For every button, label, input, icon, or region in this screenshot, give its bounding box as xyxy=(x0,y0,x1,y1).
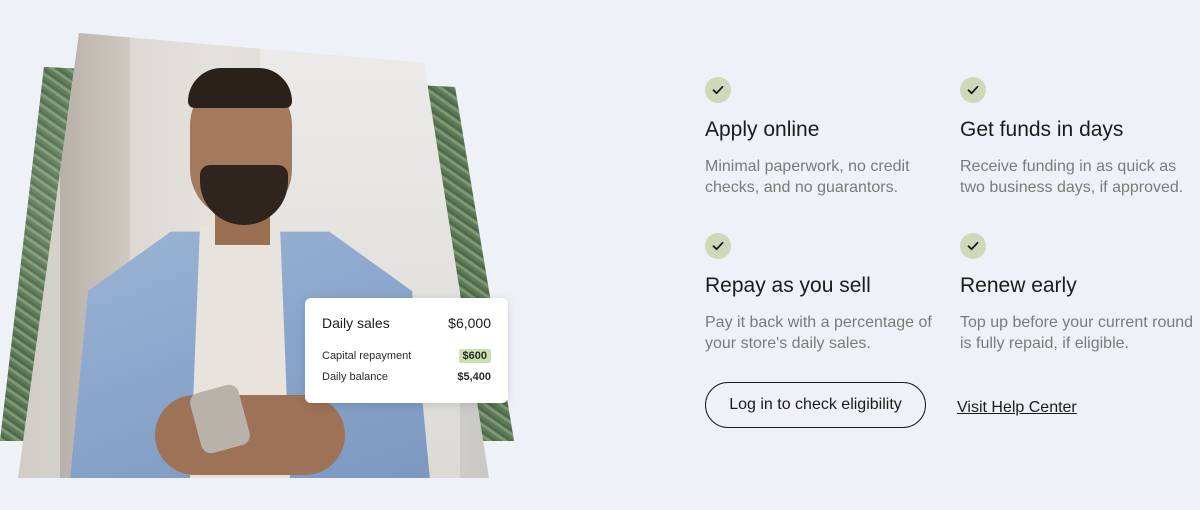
feature-title: Repay as you sell xyxy=(705,274,871,297)
feature-description: Receive funding in as quick as two busin… xyxy=(960,158,1184,196)
feature-get-funds: Get funds in days Receive funding in as … xyxy=(960,77,1200,196)
check-icon xyxy=(960,77,986,103)
daily-sales-row: Daily sales $6,000 xyxy=(322,315,491,331)
photo-hair xyxy=(188,68,292,108)
feature-description: Top up before your current round is full… xyxy=(960,314,1194,352)
capital-repayment-value: $600 xyxy=(458,349,491,363)
visit-help-center-link[interactable]: Visit Help Center xyxy=(957,399,1077,417)
daily-sales-value: $6,000 xyxy=(448,315,491,331)
feature-repay-as-you-sell: Repay as you sell Pay it back with a per… xyxy=(705,233,945,352)
daily-balance-row: Daily balance $5,400 xyxy=(322,371,491,383)
daily-sales-label: Daily sales xyxy=(322,315,390,331)
feature-title: Renew early xyxy=(960,274,1077,297)
feature-renew-early: Renew early Top up before your current r… xyxy=(960,233,1200,352)
feature-description: Minimal paperwork, no credit checks, and… xyxy=(705,158,910,196)
capital-repayment-row: Capital repayment $600 xyxy=(322,349,491,363)
hero-visual: Daily sales $6,000 Capital repayment $60… xyxy=(0,0,540,510)
daily-balance-label: Daily balance xyxy=(322,371,389,383)
check-icon xyxy=(705,77,731,103)
daily-sales-card: Daily sales $6,000 Capital repayment $60… xyxy=(305,298,508,403)
daily-balance-value: $5,400 xyxy=(457,371,491,383)
feature-description: Pay it back with a percentage of your st… xyxy=(705,314,932,352)
capital-repayment-label: Capital repayment xyxy=(322,350,412,362)
feature-apply-online: Apply online Minimal paperwork, no credi… xyxy=(705,77,945,196)
feature-title: Get funds in days xyxy=(960,118,1124,141)
check-icon xyxy=(960,233,986,259)
check-icon xyxy=(705,233,731,259)
feature-title: Apply online xyxy=(705,118,820,141)
login-check-eligibility-button[interactable]: Log in to check eligibility xyxy=(705,382,926,428)
